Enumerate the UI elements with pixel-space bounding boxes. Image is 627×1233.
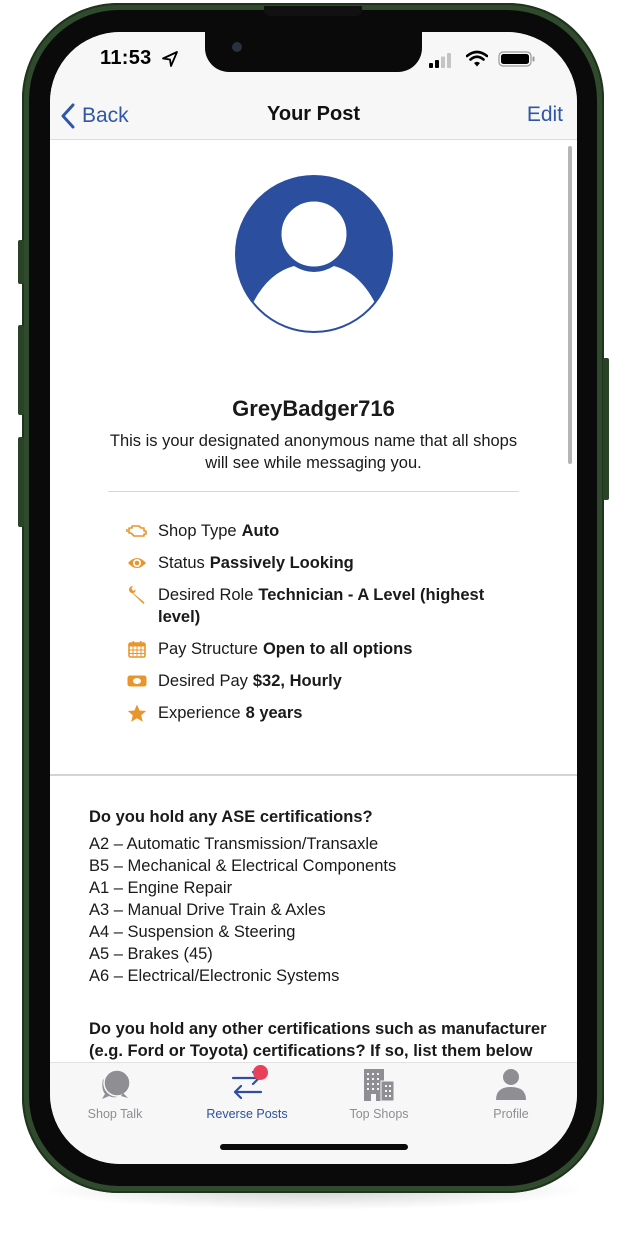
detail-value: Passively Looking [209,554,354,572]
post-details: Shop TypeAuto StatusPassively Looking [126,520,526,734]
cellular-signal-icon [429,53,451,68]
tab-top-shops[interactable]: Top Shops [314,1067,444,1121]
mute-switch [18,240,24,284]
person-icon [496,1069,526,1100]
wrench-icon [126,584,148,606]
avatar [235,175,393,333]
detail-label: Shop Type [158,522,237,540]
notch [205,32,422,72]
tab-reverse-posts[interactable]: Reverse Posts [182,1065,312,1121]
detail-value: Auto [241,522,280,540]
notification-badge [253,1065,268,1080]
volume-down-button [18,437,24,527]
money-icon [126,670,148,692]
tab-label: Top Shops [349,1107,409,1121]
post-content: GreyBadger716 This is your designated an… [50,140,577,1062]
power-button [603,358,609,500]
page-title: Your Post [267,103,360,125]
other-certifications-question: Do you hold any other certifications suc… [89,1020,547,1060]
detail-pay-structure: Pay Structure Open to all options [126,638,526,660]
location-arrow-icon [162,51,178,67]
list-item: A4 – Suspension & Steering [89,923,296,941]
detail-label: Desired Role [158,586,254,604]
eye-icon [126,552,148,574]
ase-question: Do you hold any ASE certifications? [89,808,373,826]
list-item: A5 – Brakes (45) [89,945,213,963]
tab-label: Shop Talk [87,1107,143,1121]
star-icon [126,702,148,724]
engine-icon [126,520,148,542]
edit-button[interactable]: Edit [527,103,563,127]
status-time: 11:53 [100,47,152,69]
tab-label: Profile [493,1107,529,1121]
home-indicator[interactable] [220,1144,408,1150]
battery-icon [498,51,535,67]
detail-desired-pay: Desired Pay $32, Hourly [126,670,526,692]
detail-shop-type: Shop Type Auto [126,520,526,542]
username-description: This is your designated anonymous name t… [109,432,518,472]
list-item: A2 – Automatic Transmission/Transaxle [89,835,379,853]
detail-label: Pay Structure [158,640,258,658]
detail-experience: Experience 8 years [126,702,526,724]
calendar-icon [126,638,148,660]
list-item: A6 – Electrical/Electronic Systems [89,967,340,985]
list-item: A3 – Manual Drive Train & Axles [89,901,326,919]
detail-desired-role: Desired Role Technician - A Level (highes… [126,584,526,628]
detail-value: $32, Hourly [252,672,342,690]
section-divider [50,774,577,776]
detail-value: 8 years [245,704,303,722]
detail-label: Desired Pay [158,672,248,690]
wifi-icon [466,50,488,67]
tab-label: Reverse Posts [206,1107,288,1121]
ase-certification-list: A2 – Automatic Transmission/Transaxle B5… [89,833,396,987]
front-camera [232,42,242,52]
detail-value: Open to all options [262,640,413,658]
detail-label: Status [158,554,205,572]
detail-status: Status Passively Looking [126,552,526,574]
divider [108,491,519,492]
list-item: A1 – Engine Repair [89,879,233,897]
anonymous-username: GreyBadger716 [232,396,395,421]
phone-screen: 11:53 Back Your Post Edit GreyBadger716 … [50,32,577,1164]
chat-bubbles-icon [102,1069,131,1099]
list-item: B5 – Mechanical & Electrical Components [89,857,397,875]
buildings-icon [364,1069,395,1102]
speaker-grille [264,6,362,16]
tab-shop-talk[interactable]: Shop Talk [50,1067,180,1121]
volume-up-button [18,325,24,415]
tab-profile[interactable]: Profile [446,1067,576,1121]
detail-label: Experience [158,704,241,722]
navigation-bar: Back Your Post Edit [50,94,577,140]
